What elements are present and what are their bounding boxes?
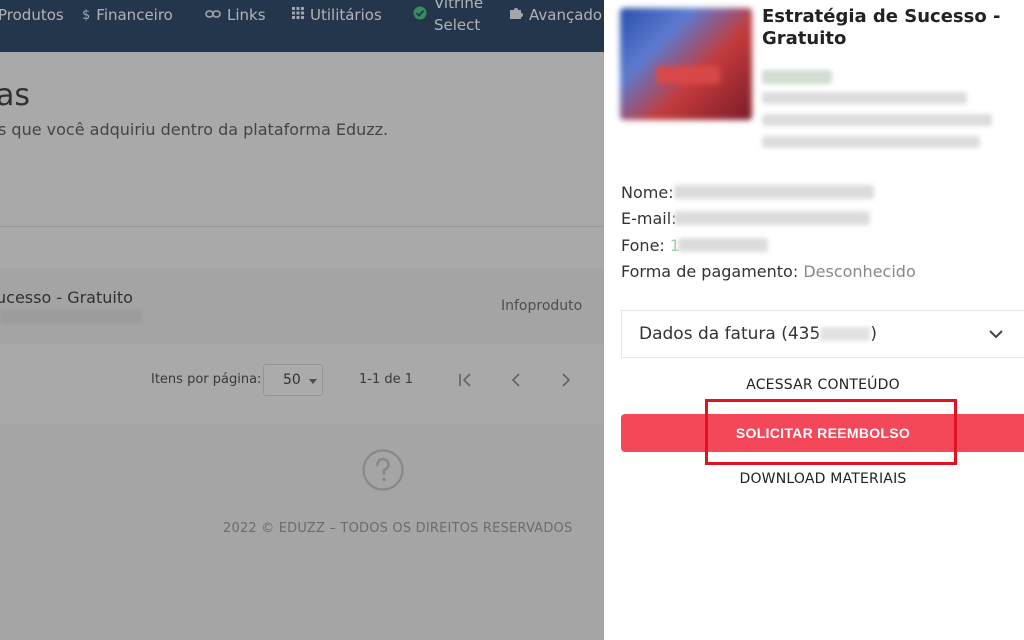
phone-value-redacted bbox=[678, 238, 768, 252]
invoice-accordion-label: Dados da fatura (435) bbox=[639, 324, 877, 344]
customer-phone-row: Fone: 1 bbox=[621, 236, 680, 255]
payment-label: Forma de pagamento: bbox=[621, 262, 799, 281]
product-title: Estratégia de Sucesso - Gratuito bbox=[762, 6, 1001, 49]
customer-name-row: Nome: bbox=[621, 183, 674, 202]
purchase-details-drawer: Estratégia de Sucesso - Gratuito Nome: E… bbox=[604, 0, 1024, 640]
access-content-button[interactable]: ACESSAR CONTEÚDO bbox=[621, 377, 1024, 393]
modal-backdrop[interactable] bbox=[0, 0, 604, 640]
payment-value: Desconhecido bbox=[803, 262, 916, 281]
email-value-redacted bbox=[674, 211, 870, 225]
customer-email-row: E-mail: bbox=[621, 209, 677, 228]
phone-label: Fone: bbox=[621, 236, 665, 255]
description-redacted bbox=[762, 92, 967, 104]
name-label: Nome: bbox=[621, 183, 674, 202]
product-thumbnail bbox=[620, 8, 752, 120]
email-label: E-mail: bbox=[621, 209, 677, 228]
invoice-number-redacted bbox=[820, 327, 871, 341]
download-materials-button[interactable]: DOWNLOAD MATERIAIS bbox=[621, 471, 1024, 487]
producer-redacted bbox=[762, 70, 832, 84]
name-value-redacted bbox=[674, 185, 874, 199]
request-refund-button[interactable]: SOLICITAR REEMBOLSO bbox=[621, 414, 1024, 452]
background-page: Produtos $ Financeiro Links Utilitários … bbox=[0, 0, 604, 640]
payment-method-row: Forma de pagamento: Desconhecido bbox=[621, 262, 916, 281]
chevron-down-icon bbox=[989, 330, 1003, 339]
invoice-accordion[interactable]: Dados da fatura (435) bbox=[621, 310, 1024, 358]
